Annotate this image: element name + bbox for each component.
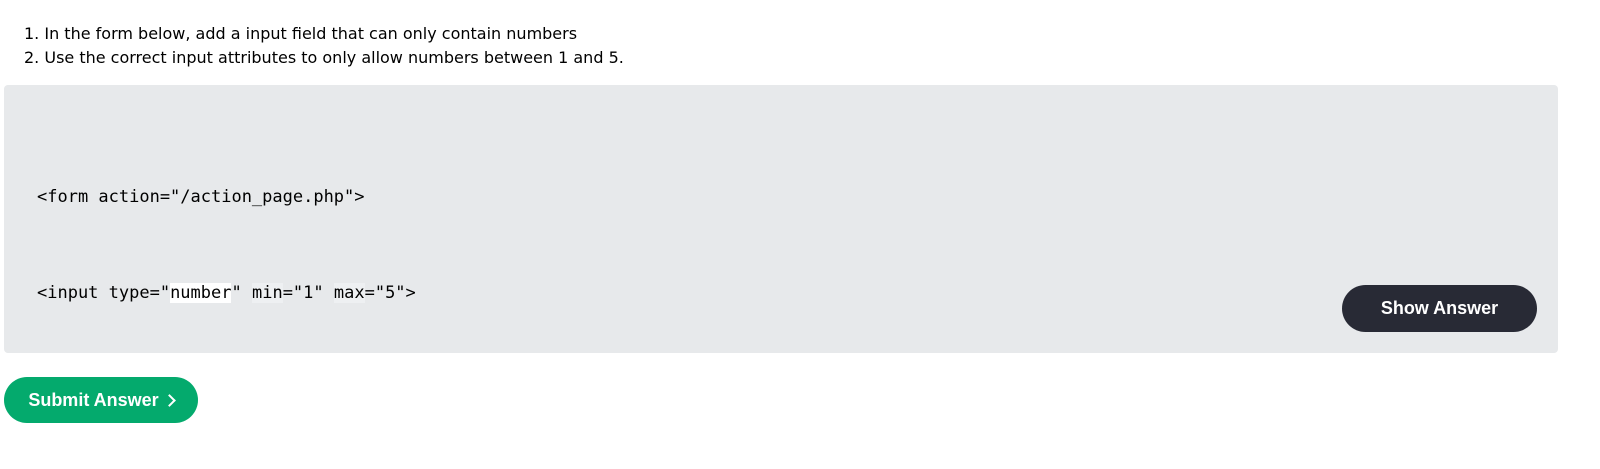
- exercise-code-box: <form action="/action_page.php"> <input …: [4, 85, 1558, 399]
- type-answer-field[interactable]: number: [170, 283, 232, 303]
- submit-answer-label: Submit Answer: [28, 389, 159, 410]
- code-text: ="1": [282, 283, 334, 303]
- exercise-instructions: 1. In the form below, add a input field …: [24, 22, 624, 70]
- code-text: ": [231, 283, 252, 303]
- code-text: ="5">: [364, 283, 416, 303]
- min-answer-field[interactable]: min: [251, 283, 283, 303]
- submit-answer-button[interactable]: Submit Answer: [4, 377, 198, 423]
- code-line-form-open: <form action="/action_page.php">: [37, 187, 365, 207]
- instruction-item: 1. In the form below, add a input field …: [24, 24, 578, 43]
- max-answer-field[interactable]: max: [333, 283, 365, 303]
- code-line-input: <input type="number" min="1" max="5">: [37, 277, 416, 309]
- code-text: <input type=": [37, 283, 171, 303]
- instruction-item: 2. Use the correct input attributes to o…: [24, 48, 624, 67]
- chevron-right-icon: [162, 394, 176, 407]
- show-answer-button[interactable]: Show Answer: [1342, 285, 1537, 332]
